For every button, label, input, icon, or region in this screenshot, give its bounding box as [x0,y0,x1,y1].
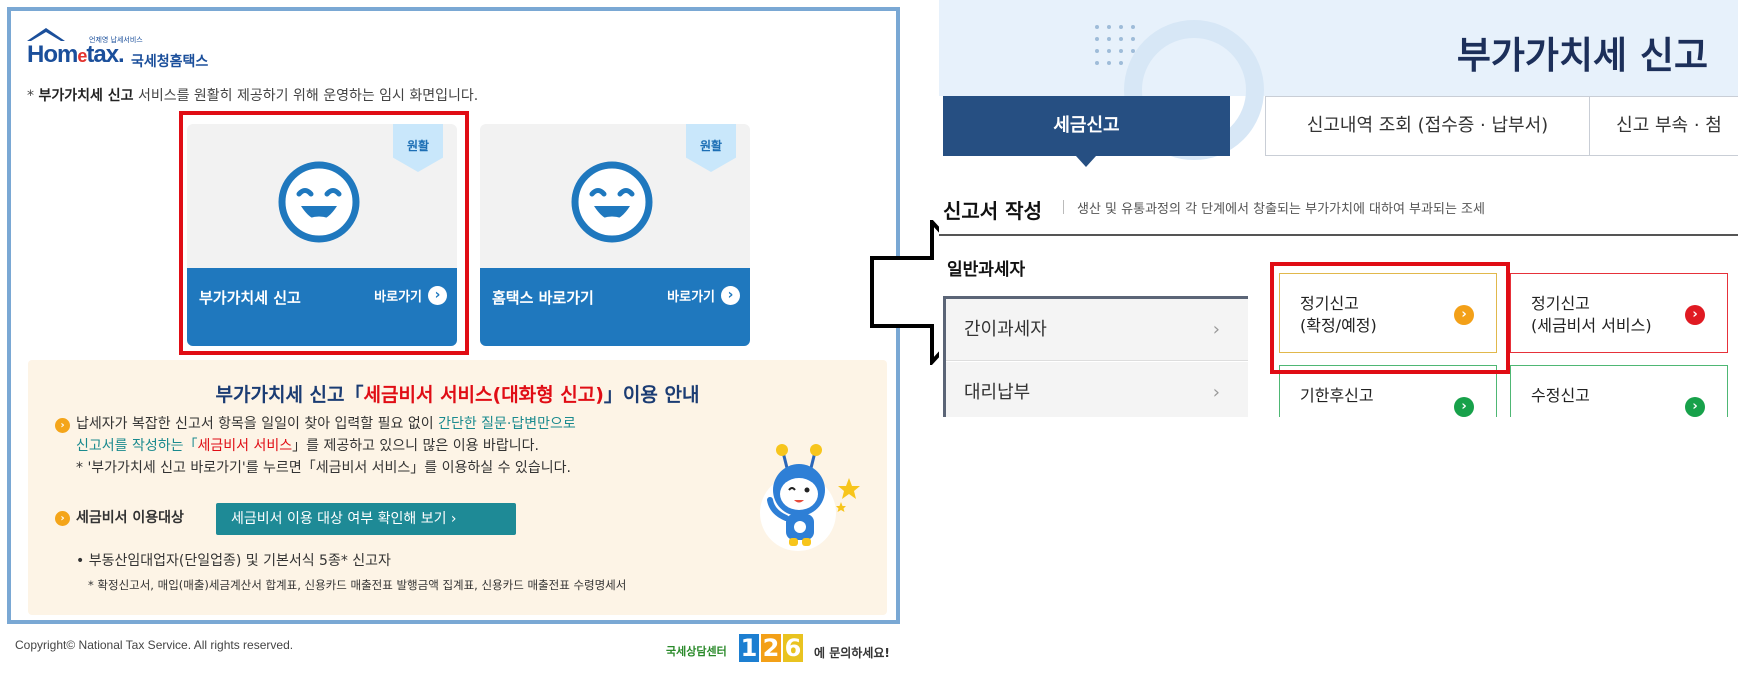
page-title: 부가가치세 신고 [1456,34,1708,77]
section-description: 생산 및 유통과정의 각 단계에서 창출되는 부가가치에 대하여 부과되는 조세 [1077,202,1485,217]
bullet-icon: › [55,511,70,526]
logo-subtitle: 국세청홈택스 [131,54,209,70]
page-header: 부가가치세 신고 [939,0,1738,160]
guide-title: 부가가치세 신고「세금비서 서비스(대화형 신고)」이용 안내 [215,384,700,406]
section-title: 신고서 작성 [943,199,1042,223]
active-tab-caret [1076,156,1096,167]
sidebar-item-label: 대리납부 [964,382,1031,403]
chevron-right-icon: › [1212,382,1220,403]
hometax-logo[interactable]: 언제영 납세서비스 Hometax. 국세청홈택스 [25,25,225,75]
digit: 1 [739,634,759,662]
tab-tax-filing[interactable]: 세금신고 [943,96,1230,156]
card-footer: 홈택스 바로가기 바로가기 › [480,268,750,346]
status-badge: 원활 [686,124,736,172]
temp-page-notice: * 부가가치세 신고 서비스를 원활히 제공하기 위해 운영하는 임시 화면입니… [27,88,479,104]
button-sublabel: (세금비서 서비스) [1531,316,1652,335]
call-center-banner: 국세상담센터 1 2 6 에 문의하세요! [666,634,896,666]
call-center-label: 국세상담센터 [666,645,727,658]
copyright-text: Copyright© National Tax Service. All rig… [15,638,294,652]
digit: 2 [761,634,781,662]
sidebar-item-simplified[interactable]: 간이과세자 › [946,299,1248,361]
digit: 6 [783,634,803,662]
arrow-right-icon: › [1685,397,1705,417]
arrow-right-icon: › [1454,397,1474,417]
arrow-right-icon: › [1685,305,1705,325]
smile-face-icon [571,161,653,243]
highlight-box [1270,262,1510,374]
tab-filing-attachments[interactable]: 신고 부속 · 첨 [1589,96,1738,156]
tab-filing-history[interactable]: 신고내역 조회 (접수증 · 납부서) [1265,96,1590,156]
chevron-right-icon: › [1212,319,1220,340]
go-button[interactable]: 바로가기 › [667,286,740,305]
divider [939,234,1738,236]
hometax-temp-page: 언제영 납세서비스 Hometax. 국세청홈택스 * 부가가치세 신고 서비스… [7,7,900,624]
logo-brand: Hometax. [27,41,125,68]
taxpayer-type-sidebar: 간이과세자 › 대리납부 › [943,296,1248,417]
check-eligibility-button[interactable]: 세금비서 이용 대상 여부 확인해 보기 › [216,503,516,535]
guide-paragraph: 납세자가 복잡한 신고서 항목을 일일이 찾아 입력할 필요 없이 간단한 질문… [76,416,576,476]
sidebar-item-label: 간이과세자 [964,319,1047,340]
tax-assistant-guide: 부가가치세 신고「세금비서 서비스(대화형 신고)」이용 안내 › 납세자가 복… [28,360,887,615]
button-label: 수정신고 [1531,386,1590,405]
call-center-number: 1 2 6 [739,634,803,662]
target-item: • 부동산임대업자(단일업종) 및 기본서식 5종* 신고자 [76,553,391,569]
taxpayer-type-label: 일반과세자 [947,260,1026,280]
highlight-box [179,111,469,355]
regular-filing-assistant-button[interactable]: 정기신고 (세금비서 서비스) › [1510,273,1728,353]
amended-filing-button[interactable]: 수정신고 › [1510,365,1728,417]
robot-mascot-icon [760,444,860,551]
arrow-right-icon: › [721,286,740,305]
target-label: 세금비서 이용대상 [76,510,184,526]
card-title: 홈택스 바로가기 [492,289,594,307]
button-label: 기한후신고 [1300,386,1374,405]
hometax-shortcut-card[interactable]: 원활 홈택스 바로가기 바로가기 › [480,124,750,346]
call-center-tail: 에 문의하세요! [814,646,890,660]
button-label: 정기신고 [1531,294,1590,313]
target-note: * 확정신고서, 매입(매출)세금계산서 합계표, 신용카드 매출전표 발행금액… [88,578,627,592]
vat-filing-page: 부가가치세 신고 세금신고 신고내역 조회 (접수증 · 납부서) 신고 부속 … [939,0,1738,417]
divider [1063,200,1064,214]
bullet-icon: › [55,418,70,433]
sidebar-item-proxy-payment[interactable]: 대리납부 › [946,362,1248,417]
